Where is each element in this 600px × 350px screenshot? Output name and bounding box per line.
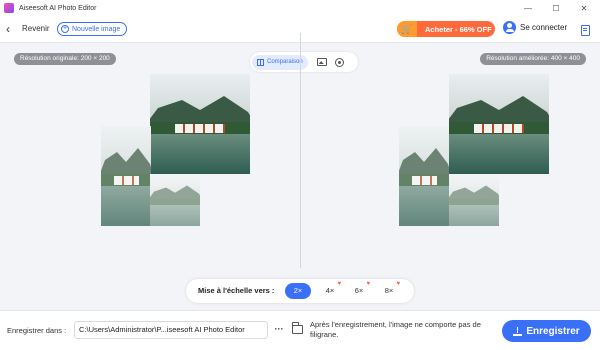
save-location-label: Enregistrer dans : xyxy=(7,326,67,335)
app-logo-icon xyxy=(4,3,14,13)
scale-option-8x[interactable]: 8× ♥ xyxy=(376,281,402,299)
scale-option-2x[interactable]: 2× xyxy=(285,283,311,299)
scale-option-8x-label: 8× xyxy=(384,286,394,295)
save-path-field[interactable]: C:\Users\Administrator\P...iseesoft AI P… xyxy=(74,321,268,339)
view-mode-switch: Comparaison xyxy=(250,52,358,72)
original-photo-tile-top xyxy=(150,74,250,174)
download-icon xyxy=(513,326,523,336)
watermark-note: Après l'enregistrement, l'image ne compo… xyxy=(310,320,481,339)
original-photo-tile-bottom xyxy=(150,174,200,226)
original-resolution-badge: Résolution originale: 200 × 200 xyxy=(14,53,116,65)
export-button[interactable]: Enregistrer xyxy=(502,320,591,342)
close-button[interactable]: ✕ xyxy=(570,0,598,16)
bottom-bar: Enregistrer dans : C:\Users\Administrato… xyxy=(0,310,600,350)
premium-heart-icon: ♥ xyxy=(366,281,370,287)
login-button[interactable]: Se connecter xyxy=(503,21,567,34)
buy-button[interactable]: 🛒 Acheter - 66% OFF xyxy=(397,21,495,37)
new-image-button[interactable]: + Nouvelle image xyxy=(57,22,128,36)
folder-icon[interactable] xyxy=(292,322,303,334)
upscale-selector: Mise à l'échelle vers : 2× 4× ♥ 6× ♥ 8× ♥ xyxy=(186,279,414,303)
premium-heart-icon: ♥ xyxy=(337,281,341,287)
browse-more-button[interactable]: ··· xyxy=(270,321,288,339)
enhanced-photo-tile-left xyxy=(399,126,449,226)
cart-icon: 🛒 xyxy=(397,21,417,37)
plus-icon: + xyxy=(61,25,69,33)
upscale-label: Mise à l'échelle vers : xyxy=(198,286,275,295)
minimize-button[interactable]: — xyxy=(514,0,542,16)
user-icon xyxy=(503,21,516,34)
original-photo-tile-left xyxy=(101,126,151,226)
enhanced-photo-tile-top xyxy=(449,74,549,174)
enhanced-resolution-badge: Résolution améliorée: 400 × 400 xyxy=(480,53,586,65)
back-button[interactable]: Revenir xyxy=(22,24,50,33)
login-label: Se connecter xyxy=(520,23,568,32)
scale-option-4x-label: 4× xyxy=(325,286,335,295)
scale-option-6x-label: 6× xyxy=(354,286,364,295)
preview-icon[interactable] xyxy=(334,57,344,67)
premium-heart-icon: ♥ xyxy=(396,281,400,287)
app-title: Aiseesoft AI Photo Editor xyxy=(19,4,97,12)
split-view-icon xyxy=(257,58,264,66)
export-label: Enregistrer xyxy=(526,325,580,337)
scale-option-4x[interactable]: 4× ♥ xyxy=(317,281,343,299)
back-arrow-icon[interactable]: ‹ xyxy=(6,22,18,36)
buy-label: Acheter - 66% OFF xyxy=(425,24,492,34)
single-image-icon[interactable] xyxy=(316,58,327,66)
title-bar: Aiseesoft AI Photo Editor — ☐ ✕ xyxy=(0,0,600,16)
enhanced-photo-tile-bottom xyxy=(449,174,499,226)
comparison-divider[interactable] xyxy=(300,33,301,268)
comparison-label: Comparaison xyxy=(267,59,303,65)
scale-option-6x[interactable]: 6× ♥ xyxy=(346,281,372,299)
document-icon[interactable] xyxy=(581,25,590,36)
maximize-button[interactable]: ☐ xyxy=(542,0,570,16)
new-image-label: Nouvelle image xyxy=(72,25,121,33)
